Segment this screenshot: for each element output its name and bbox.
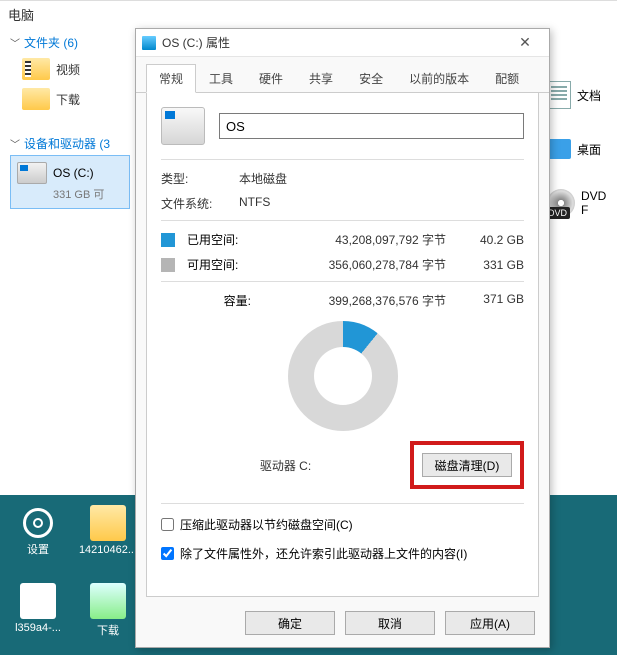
properties-dialog: OS (C:) 属性 ✕ 常规 工具 硬件 共享 安全 以前的版本 配额 类型:… — [135, 28, 550, 648]
drive-label: DVD F — [581, 189, 607, 217]
divider — [161, 503, 524, 504]
nav-item-drive-c[interactable]: OS (C:) 331 GB 可 — [10, 155, 130, 209]
icon-label: 设置 — [8, 541, 68, 557]
capacity-label: 容量: — [161, 292, 257, 309]
file-icon — [20, 583, 56, 619]
chevron-down-icon: ﹀ — [10, 35, 20, 50]
divider — [161, 220, 524, 221]
tab-security[interactable]: 安全 — [346, 64, 396, 93]
dialog-titlebar[interactable]: OS (C:) 属性 ✕ — [136, 29, 549, 57]
folder-item-documents[interactable]: 文档 — [547, 81, 607, 109]
desktop-icon-settings[interactable]: 设置 — [8, 505, 68, 557]
desktop-icon-downloads[interactable]: 下载 — [78, 583, 138, 638]
drive-letter-label: 驱动器 C: — [161, 457, 410, 474]
used-gb: 40.2 GB — [456, 233, 524, 247]
close-button[interactable]: ✕ — [507, 32, 543, 54]
compress-checkbox-row[interactable]: 压缩此驱动器以节约磁盘空间(C) — [161, 516, 524, 533]
apply-button[interactable]: 应用(A) — [445, 611, 535, 635]
capacity-gb: 371 GB — [456, 292, 524, 309]
dialog-title: OS (C:) 属性 — [162, 34, 230, 51]
close-icon: ✕ — [519, 34, 531, 51]
folder-icon — [22, 58, 50, 80]
free-bytes: 356,060,278,784 字节 — [267, 256, 446, 273]
free-label: 可用空间: — [187, 256, 257, 273]
desktop-icon — [547, 139, 571, 159]
disk-usage-pie-chart — [288, 321, 398, 431]
document-icon — [547, 81, 571, 109]
drive-name-input[interactable] — [219, 113, 524, 139]
type-value: 本地磁盘 — [239, 170, 287, 187]
cancel-button[interactable]: 取消 — [345, 611, 435, 635]
icon-label: 下载 — [78, 622, 138, 638]
tree-group-devices[interactable]: ﹀ 设备和驱动器 (3 — [10, 132, 140, 155]
tab-general[interactable]: 常规 — [146, 64, 196, 93]
tab-content-general: 类型: 本地磁盘 文件系统: NTFS 已用空间: 43,208,097,792… — [146, 93, 539, 597]
disk-cleanup-button[interactable]: 磁盘清理(D) — [422, 453, 512, 477]
drive-icon — [161, 107, 205, 145]
drive-item-dvd[interactable]: DVD DVD F — [547, 189, 607, 217]
desktop-icon-folder1[interactable]: 14210462... — [78, 505, 138, 556]
desktop-icon-file[interactable]: l359a4-... — [8, 583, 68, 634]
drive-name: OS (C:) — [53, 166, 94, 180]
drive-icon — [17, 162, 47, 184]
type-label: 类型: — [161, 170, 239, 187]
free-space-row: 可用空间: 356,060,278,784 字节 331 GB — [161, 256, 524, 273]
free-color-swatch — [161, 258, 175, 272]
nav-item-label: 下载 — [56, 91, 80, 108]
compress-checkbox[interactable] — [161, 518, 174, 531]
icon-label: l359a4-... — [8, 622, 68, 634]
folder-icon — [22, 88, 50, 110]
explorer-content-right: 文档 桌面 DVD DVD F — [547, 81, 607, 247]
used-color-swatch — [161, 233, 175, 247]
folder-icon — [90, 505, 126, 541]
used-label: 已用空间: — [187, 231, 257, 248]
dialog-button-row: 确定 取消 应用(A) — [136, 603, 549, 647]
divider — [161, 159, 524, 160]
drive-icon — [142, 36, 156, 50]
nav-item-downloads[interactable]: 下载 — [10, 84, 140, 114]
explorer-nav-pane: ﹀ 文件夹 (6) 视频 下载 ﹀ 设备和驱动器 (3 OS (C:) — [10, 31, 140, 227]
free-gb: 331 GB — [456, 258, 524, 272]
tab-hardware[interactable]: 硬件 — [246, 64, 296, 93]
capacity-row: 容量: 399,268,376,576 字节 371 GB — [161, 292, 524, 309]
tree-group-folders[interactable]: ﹀ 文件夹 (6) — [10, 31, 140, 54]
index-label: 除了文件属性外，还允许索引此驱动器上文件的内容(I) — [180, 545, 467, 562]
capacity-bytes: 399,268,376,576 字节 — [267, 292, 446, 309]
nav-item-video[interactable]: 视频 — [10, 54, 140, 84]
tree-group-label: 设备和驱动器 (3 — [24, 135, 110, 152]
app-icon — [90, 583, 126, 619]
folder-label: 桌面 — [577, 141, 601, 158]
used-bytes: 43,208,097,792 字节 — [267, 231, 446, 248]
drive-free-text: 331 GB 可 — [17, 186, 123, 202]
icon-label: 14210462... — [78, 544, 138, 556]
explorer-header: 电脑 — [0, 1, 617, 28]
chevron-down-icon: ﹀ — [10, 136, 20, 151]
tree-group-label: 文件夹 (6) — [24, 34, 78, 51]
tab-bar: 常规 工具 硬件 共享 安全 以前的版本 配额 — [136, 57, 549, 93]
index-checkbox[interactable] — [161, 547, 174, 560]
filesystem-value: NTFS — [239, 195, 270, 212]
tab-previous-versions[interactable]: 以前的版本 — [396, 64, 482, 93]
index-checkbox-row[interactable]: 除了文件属性外，还允许索引此驱动器上文件的内容(I) — [161, 545, 524, 562]
used-space-row: 已用空间: 43,208,097,792 字节 40.2 GB — [161, 231, 524, 248]
tab-tools[interactable]: 工具 — [196, 64, 246, 93]
ok-button[interactable]: 确定 — [245, 611, 335, 635]
divider — [161, 281, 524, 282]
highlight-box: 磁盘清理(D) — [410, 441, 524, 489]
folder-item-desktop[interactable]: 桌面 — [547, 139, 607, 159]
compress-label: 压缩此驱动器以节约磁盘空间(C) — [180, 516, 353, 533]
tab-quota[interactable]: 配额 — [482, 64, 532, 93]
tab-sharing[interactable]: 共享 — [296, 64, 346, 93]
filesystem-label: 文件系统: — [161, 195, 239, 212]
folder-label: 文档 — [577, 87, 601, 104]
nav-item-label: 视频 — [56, 61, 80, 78]
gear-icon — [23, 508, 53, 538]
